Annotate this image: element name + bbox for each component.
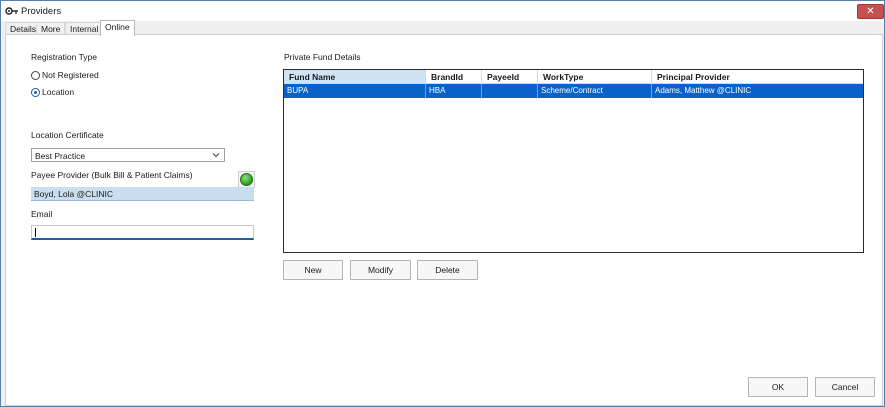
- title-bar: Providers ✕: [1, 1, 884, 21]
- delete-button[interactable]: Delete: [417, 260, 478, 280]
- tab-strip: Details More Internal Online: [5, 20, 885, 36]
- table-row[interactable]: BUPA HBA Scheme/Contract Adams, Matthew …: [284, 84, 863, 98]
- column-payee-id[interactable]: PayeeId: [482, 70, 538, 84]
- close-button[interactable]: ✕: [857, 4, 884, 19]
- radio-not-registered[interactable]: [31, 71, 40, 80]
- column-principal-provider[interactable]: Principal Provider: [652, 70, 863, 84]
- window-title: Providers: [21, 6, 62, 17]
- new-button[interactable]: New: [283, 260, 343, 280]
- column-fund-name[interactable]: Fund Name: [284, 70, 426, 84]
- location-certificate-label: Location Certificate: [31, 130, 104, 140]
- email-input[interactable]: [31, 225, 254, 240]
- column-brand-id[interactable]: BrandId: [426, 70, 482, 84]
- private-fund-details-label: Private Fund Details: [284, 52, 361, 62]
- payee-provider-field[interactable]: Boyd, Lola @CLINIC: [31, 187, 254, 201]
- cell-brand-id: HBA: [426, 84, 482, 98]
- radio-not-registered-label[interactable]: Not Registered: [42, 70, 99, 80]
- grid-header: Fund Name BrandId PayeeId WorkType Princ…: [284, 70, 863, 84]
- radio-location-label[interactable]: Location: [42, 87, 74, 97]
- payee-lookup-button[interactable]: [238, 171, 255, 188]
- providers-window: Providers ✕ Details More Internal Online…: [0, 0, 885, 407]
- email-label: Email: [31, 209, 53, 219]
- registration-type-label: Registration Type: [31, 52, 97, 62]
- radio-location[interactable]: [31, 88, 40, 97]
- key-icon: [5, 7, 18, 15]
- tab-online[interactable]: Online: [100, 20, 135, 36]
- payee-provider-label: Payee Provider (Bulk Bill & Patient Clai…: [31, 170, 193, 180]
- column-work-type[interactable]: WorkType: [538, 70, 652, 84]
- cell-principal-provider: Adams, Matthew @CLINIC: [655, 86, 752, 95]
- online-tab-panel: Registration Type Not Registered Locatio…: [5, 34, 883, 406]
- cell-work-type: Scheme/Contract: [538, 84, 652, 98]
- modify-button[interactable]: Modify: [350, 260, 411, 280]
- payee-provider-value: Boyd, Lola @CLINIC: [34, 189, 114, 199]
- green-status-icon: [240, 173, 253, 186]
- location-certificate-value: Best Practice: [35, 151, 86, 161]
- location-certificate-select[interactable]: Best Practice: [31, 148, 225, 162]
- ok-button[interactable]: OK: [748, 377, 808, 397]
- text-caret: [35, 228, 36, 237]
- chevron-down-icon: [212, 153, 220, 158]
- cell-fund-name: BUPA: [284, 84, 426, 98]
- cancel-button[interactable]: Cancel: [815, 377, 875, 397]
- private-fund-grid[interactable]: Fund Name BrandId PayeeId WorkType Princ…: [283, 69, 864, 253]
- cell-payee-id: [482, 84, 538, 98]
- close-icon: ✕: [866, 6, 875, 17]
